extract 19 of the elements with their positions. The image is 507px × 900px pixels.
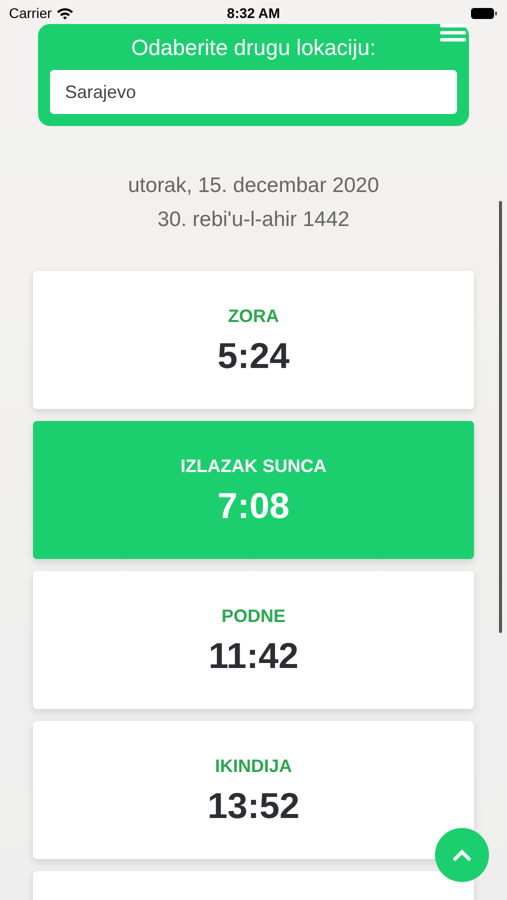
chevron-up-icon: [453, 849, 471, 861]
clock-label: 8:32 AM: [226, 4, 280, 22]
prayer-time: 11:42: [208, 634, 299, 678]
carrier-label: Carrier: [9, 4, 52, 22]
prayer-name: PODNE: [221, 604, 286, 628]
scroll-top-button[interactable]: [435, 828, 489, 882]
battery-icon: [470, 6, 498, 20]
prayer-time: 7:08: [217, 484, 290, 528]
location-field[interactable]: Sarajevo: [50, 70, 457, 114]
date-label: 30. rebi'u-l-ahir 1442: [158, 207, 350, 233]
prayer-time: 5:24: [217, 334, 290, 378]
prayer-name: ZORA: [228, 304, 279, 328]
prayer-name: IKINDIJA: [214, 754, 292, 778]
location-title: Odaberite drugu lokaciju:: [130, 34, 377, 62]
wifi-icon: [56, 6, 74, 20]
prayer-time: 13:52: [207, 784, 300, 828]
prayer-name: IZLAZAK SUNCA: [180, 454, 326, 478]
menu-icon[interactable]: [440, 22, 466, 44]
date-label: utorak, 15. decembar 2020: [128, 173, 379, 199]
